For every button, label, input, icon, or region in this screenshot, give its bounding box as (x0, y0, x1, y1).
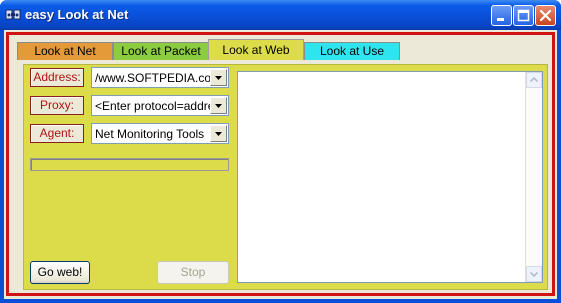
agent-value: Net Monitoring Tools (95, 127, 205, 141)
scroll-up-button[interactable] (526, 72, 542, 88)
client-area: Look at Net Look at Packet Look at Web L… (4, 30, 557, 299)
agent-combo[interactable]: Net Monitoring Tools (91, 123, 229, 144)
chevron-up-icon (529, 76, 539, 83)
tab-look-at-packet[interactable]: Look at Packet (113, 42, 209, 60)
app-icon (5, 9, 21, 20)
proxy-value: <Enter protocol=addre (95, 99, 211, 113)
maximize-icon (517, 9, 530, 22)
address-label: Address: (30, 68, 84, 87)
app-window: easy Look at Net Look at Net Look at Pac… (0, 0, 561, 303)
chevron-down-icon[interactable] (210, 97, 227, 114)
scroll-down-button[interactable] (526, 266, 542, 282)
minimize-icon (497, 18, 504, 21)
chevron-down-icon[interactable] (210, 125, 227, 142)
tab-label: Look at Net (34, 44, 96, 58)
chevron-down-icon (529, 271, 539, 278)
close-icon (539, 9, 552, 22)
agent-label: Agent: (30, 124, 84, 143)
proxy-combo[interactable]: <Enter protocol=addre (91, 95, 229, 116)
maximize-button[interactable] (513, 5, 534, 26)
web-panel: Address: /www.SOFTPEDIA.com Proxy: <Ente… (23, 64, 548, 290)
main-frame: Look at Net Look at Packet Look at Web L… (6, 32, 555, 296)
tab-look-at-use[interactable]: Look at Use (304, 42, 400, 60)
chevron-down-icon[interactable] (210, 69, 227, 86)
tab-label: Look at Use (319, 44, 385, 58)
tab-label: Look at Packet (121, 44, 201, 58)
go-web-button[interactable]: Go web! (30, 261, 90, 284)
tab-label: Look at Web (222, 43, 290, 57)
address-value: /www.SOFTPEDIA.com (95, 71, 211, 85)
tab-look-at-web[interactable]: Look at Web (208, 39, 304, 60)
close-button[interactable] (535, 5, 556, 26)
proxy-label: Proxy: (30, 96, 84, 115)
window-title: easy Look at Net (25, 7, 129, 22)
tab-look-at-net[interactable]: Look at Net (17, 42, 113, 60)
address-combo[interactable]: /www.SOFTPEDIA.com (91, 67, 229, 88)
vertical-scrollbar[interactable] (525, 72, 542, 282)
stop-button[interactable]: Stop (157, 261, 229, 284)
minimize-button[interactable] (491, 5, 512, 26)
web-view[interactable] (237, 71, 543, 283)
title-bar[interactable]: easy Look at Net (0, 0, 561, 30)
progress-bar (30, 158, 229, 171)
